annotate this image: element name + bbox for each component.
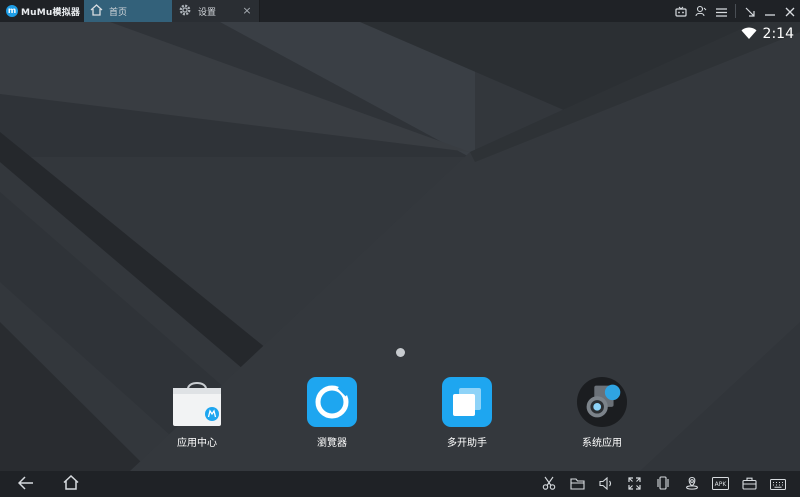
logo-icon: m <box>6 5 18 17</box>
folder-icon <box>570 475 585 494</box>
keyboard-button[interactable] <box>763 471 792 497</box>
app-center-label: 应用中心 <box>177 438 217 449</box>
close-button[interactable] <box>780 0 800 22</box>
minimize-button[interactable] <box>760 0 780 22</box>
system-apps-label: 系统应用 <box>582 438 622 449</box>
minimize-icon <box>765 2 775 21</box>
gear-icon <box>178 3 192 20</box>
folder-button[interactable] <box>563 471 592 497</box>
back-icon <box>18 475 34 494</box>
location-button[interactable] <box>678 471 707 497</box>
multi-open-label: 多开助手 <box>447 438 487 449</box>
apk-install-button[interactable]: APK <box>706 471 735 497</box>
menu-icon <box>715 2 727 21</box>
browser-app[interactable]: 瀏覽器 <box>287 376 377 449</box>
fullscreen-icon <box>628 475 641 494</box>
android-screen[interactable]: 2:14 应用中心 瀏覽器 多开助手 系统应用 <box>0 22 800 471</box>
apk-icon-text: APK <box>715 481 728 488</box>
browser-icon <box>306 376 358 428</box>
location-icon <box>685 475 699 494</box>
emulator-tools: APK <box>535 471 792 497</box>
wallpaper <box>0 22 800 471</box>
system-apps-folder[interactable]: 系统应用 <box>557 376 647 449</box>
apk-icon: APK <box>712 475 730 494</box>
multi-open-app[interactable]: 多开助手 <box>422 376 512 449</box>
app-center[interactable]: 应用中心 <box>152 376 242 449</box>
multi-open-icon <box>441 376 493 428</box>
tab-close-button[interactable]: × <box>241 4 253 18</box>
home-button[interactable] <box>57 471 86 497</box>
home-icon <box>90 3 103 19</box>
page-indicator-dot <box>396 348 405 357</box>
status-clock: 2:14 <box>762 26 794 42</box>
titlebar-divider <box>735 4 736 18</box>
app-logo: m MuMu模拟器 <box>0 0 84 22</box>
app-center-icon <box>171 376 223 428</box>
tab-settings[interactable]: 设置 × <box>172 0 260 22</box>
screenshot-scissors-icon <box>542 475 556 494</box>
toolbox-button[interactable] <box>735 471 764 497</box>
browser-label: 瀏覽器 <box>317 438 347 449</box>
title-bar: m MuMu模拟器 首页 设置 × <box>0 0 800 22</box>
bottom-toolbar: APK <box>0 471 800 497</box>
fullscreen-button[interactable] <box>620 471 649 497</box>
shrink-button[interactable] <box>740 0 760 22</box>
back-button[interactable] <box>12 471 41 497</box>
menu-button[interactable] <box>711 0 731 22</box>
toolbox-icon <box>742 475 757 494</box>
system-apps-icon <box>576 376 628 428</box>
shake-icon <box>656 475 670 494</box>
app-title: MuMu模拟器 <box>21 7 81 18</box>
user-button[interactable] <box>691 0 711 22</box>
tab-home[interactable]: 首页 <box>84 0 172 22</box>
close-icon <box>785 2 795 21</box>
wifi-icon <box>741 25 757 44</box>
screenshot-button[interactable] <box>535 471 564 497</box>
volume-button[interactable] <box>592 471 621 497</box>
android-nav <box>12 471 85 497</box>
tv-icon <box>675 2 687 21</box>
keyboard-icon <box>769 475 786 494</box>
volume-icon <box>599 475 613 494</box>
emulator-window: m MuMu模拟器 首页 设置 × 2:14 应用中心 瀏覽器 多开助手 系统应… <box>0 0 800 497</box>
shrink-icon <box>745 2 755 21</box>
shake-button[interactable] <box>649 471 678 497</box>
user-icon <box>695 2 707 21</box>
tv-button[interactable] <box>671 0 691 22</box>
window-controls <box>671 0 800 22</box>
tab-home-label: 首页 <box>109 7 128 18</box>
tab-settings-label: 设置 <box>198 7 217 18</box>
home-icon <box>63 474 79 494</box>
status-bar: 2:14 <box>741 25 794 43</box>
